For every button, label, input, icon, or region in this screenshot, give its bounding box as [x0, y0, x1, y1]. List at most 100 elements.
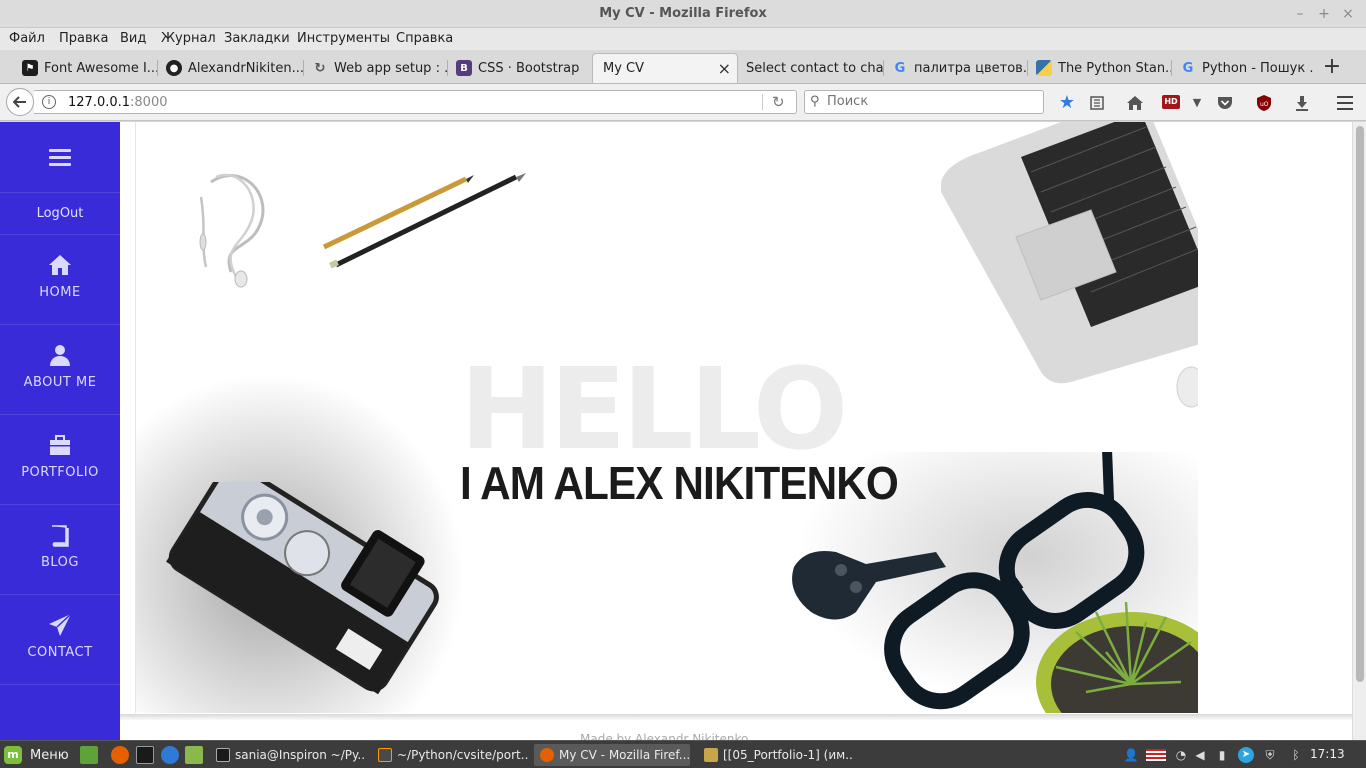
- bluetooth-icon[interactable]: ᛒ: [1288, 747, 1304, 763]
- tab-bootstrap[interactable]: B CSS · Bootstrap: [450, 54, 590, 82]
- task-image-viewer[interactable]: [[05_Portfolio-1] (им...: [698, 744, 854, 766]
- font-awesome-icon: ⚑: [22, 60, 38, 76]
- briefcase-icon: [50, 435, 70, 455]
- volume-icon[interactable]: ◀: [1192, 747, 1208, 763]
- reload-icon[interactable]: ↻: [772, 93, 785, 111]
- sidebar-item-home[interactable]: HOME: [0, 235, 120, 325]
- pencils-image: [322, 173, 526, 269]
- pocket-icon[interactable]: [1214, 92, 1236, 114]
- window-titlebar: My CV - Mozilla Firefox – + ×: [0, 0, 1366, 28]
- tab-label: Python - Пошук ...: [1202, 60, 1314, 76]
- task-label: My CV - Mozilla Firef...: [559, 748, 690, 762]
- scrollbar-thumb[interactable]: [1356, 126, 1364, 682]
- tab-palette-search[interactable]: G палитра цветов...: [886, 54, 1028, 82]
- hamburger-icon: [49, 145, 71, 170]
- tab-my-cv[interactable]: My CV ×: [592, 53, 738, 83]
- google-icon: G: [894, 60, 906, 76]
- bookmark-star-icon[interactable]: ★: [1056, 92, 1078, 114]
- menu-tools[interactable]: Инструменты: [297, 31, 390, 46]
- clock: 17:13: [1310, 747, 1345, 761]
- task-terminal[interactable]: sania@Inspiron ~/Py...: [210, 744, 366, 766]
- user-icon: [50, 345, 70, 366]
- tab-web-app-setup[interactable]: ↻ Web app setup : ...: [306, 54, 448, 82]
- start-menu-button[interactable]: m Меню: [4, 745, 69, 765]
- site-sidebar: LogOut HOME ABOUT ME PORTFOLIO BLOG CONT…: [0, 122, 120, 740]
- sidebar-item-contact[interactable]: CONTACT: [0, 595, 120, 685]
- tab-select-contact[interactable]: Select contact to cha...: [740, 54, 884, 82]
- chevron-down-icon[interactable]: ▼: [1186, 92, 1208, 114]
- sidebar-item-blog[interactable]: BLOG: [0, 505, 120, 595]
- close-tab-icon[interactable]: ×: [718, 59, 731, 78]
- download-icon[interactable]: [1291, 92, 1313, 114]
- search-input[interactable]: [827, 94, 1037, 109]
- nav-toolbar: i 127.0.0.1:8000 ↻ ⚲ ★ HD ▼ uO: [0, 84, 1366, 121]
- menu-help[interactable]: Справка: [396, 31, 453, 46]
- site-info-icon[interactable]: i: [42, 95, 56, 109]
- menu-bar: Файл Правка Вид Журнал Закладки Инструме…: [0, 28, 1366, 50]
- show-desktop-icon[interactable]: [80, 746, 98, 764]
- address-bar[interactable]: i 127.0.0.1:8000 ↻: [34, 90, 797, 114]
- menu-bookmarks[interactable]: Закладки: [224, 31, 290, 46]
- battery-icon[interactable]: ▮: [1214, 747, 1230, 763]
- hd-extension-icon[interactable]: HD: [1162, 95, 1180, 109]
- shield-icon[interactable]: ⛨: [1262, 747, 1278, 763]
- telegram-icon[interactable]: ➤: [1238, 747, 1254, 763]
- page-scrollbar[interactable]: [1352, 122, 1366, 740]
- firefox-launcher-icon[interactable]: [111, 746, 129, 764]
- ublock-icon[interactable]: uO: [1253, 92, 1275, 114]
- back-button[interactable]: [6, 88, 34, 116]
- sidebar-item-label: PORTFOLIO: [21, 465, 99, 480]
- search-box[interactable]: ⚲: [804, 90, 1044, 114]
- menu-file[interactable]: Файл: [9, 31, 45, 46]
- logout-link[interactable]: LogOut: [0, 193, 120, 235]
- menu-edit[interactable]: Правка: [59, 31, 108, 46]
- menu-view[interactable]: Вид: [120, 31, 146, 46]
- sidebar-item-label: BLOG: [40, 555, 79, 570]
- terminal-launcher-icon[interactable]: [136, 746, 154, 764]
- sidebar-item-portfolio[interactable]: PORTFOLIO: [0, 415, 120, 505]
- terminal-icon: [216, 748, 230, 762]
- sidebar-item-about-me[interactable]: ABOUT ME: [0, 325, 120, 415]
- us-flag-icon[interactable]: [1146, 749, 1166, 761]
- paper-plane-icon: [49, 613, 72, 636]
- search-icon: ⚲: [810, 94, 820, 109]
- minimize-button[interactable]: –: [1290, 4, 1310, 24]
- sidebar-item-label: CONTACT: [27, 645, 93, 660]
- new-tab-button[interactable]: +: [1320, 56, 1344, 80]
- tab-label: CSS · Bootstrap: [478, 60, 580, 76]
- pythonanywhere-icon: ↻: [314, 60, 326, 76]
- tab-label: Font Awesome I...: [44, 60, 158, 76]
- maximize-button[interactable]: +: [1314, 4, 1334, 24]
- google-icon: G: [1182, 60, 1194, 76]
- web-content: LogOut HOME ABOUT ME PORTFOLIO BLOG CONT…: [0, 122, 1352, 740]
- tab-label: AlexandrNikiten...: [188, 60, 304, 76]
- tab-font-awesome[interactable]: ⚑ Font Awesome I...: [16, 54, 158, 82]
- close-window-button[interactable]: ×: [1338, 4, 1358, 24]
- hero-banner: HELLO I AM ALEX NIKITENKO: [135, 122, 1198, 713]
- sidebar-toggle-button[interactable]: [0, 122, 120, 193]
- tab-label: My CV: [603, 61, 645, 76]
- task-label: [[05_Portfolio-1] (им...: [723, 748, 854, 762]
- arrow-left-icon: [12, 96, 26, 108]
- home-icon[interactable]: [1124, 92, 1146, 114]
- tab-label: Select contact to cha...: [746, 60, 884, 76]
- task-label: ~/Python/cvsite/port...: [397, 748, 528, 762]
- app-launcher-icon[interactable]: [161, 746, 179, 764]
- firefox-icon: [540, 748, 554, 762]
- files-launcher-icon[interactable]: [185, 746, 203, 764]
- bookmarks-list-icon[interactable]: [1086, 92, 1108, 114]
- book-icon: [52, 525, 69, 547]
- sublime-icon: [378, 748, 392, 762]
- hero-name-heading: I AM ALEX NIKITENKO: [460, 457, 899, 509]
- home-icon: [49, 255, 71, 275]
- tab-python-standard[interactable]: The Python Stan...: [1030, 54, 1172, 82]
- tab-python-search[interactable]: G Python - Пошук ...: [1174, 54, 1314, 82]
- menu-history[interactable]: Журнал: [161, 31, 216, 46]
- start-menu-label: Меню: [30, 747, 69, 763]
- user-icon[interactable]: 👤: [1123, 747, 1139, 763]
- task-sublime[interactable]: ~/Python/cvsite/port...: [372, 744, 528, 766]
- hamburger-menu-icon[interactable]: [1334, 92, 1356, 114]
- tab-github[interactable]: ● AlexandrNikiten...: [160, 54, 304, 82]
- task-firefox[interactable]: My CV - Mozilla Firef...: [534, 744, 690, 766]
- wifi-icon[interactable]: ◔: [1173, 747, 1189, 763]
